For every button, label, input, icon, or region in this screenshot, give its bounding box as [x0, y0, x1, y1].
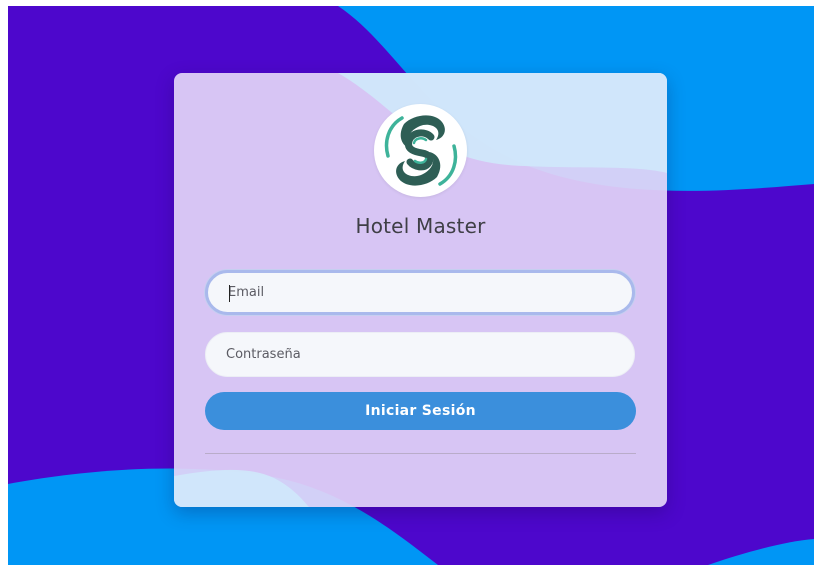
- hotel-logo: [374, 104, 467, 197]
- password-field[interactable]: [205, 332, 635, 377]
- swirl-s-logo-icon: [384, 115, 458, 186]
- bottom-right-wave: [708, 539, 814, 565]
- login-card: Hotel Master Iniciar Sesión: [174, 73, 667, 507]
- app-title: Hotel Master: [355, 214, 486, 238]
- email-field[interactable]: [205, 270, 635, 315]
- login-button[interactable]: Iniciar Sesión: [205, 392, 636, 430]
- page-background: Hotel Master Iniciar Sesión: [8, 6, 814, 565]
- text-caret: [229, 285, 230, 302]
- divider: [205, 453, 636, 454]
- password-input[interactable]: [206, 333, 634, 376]
- email-input[interactable]: [208, 273, 632, 312]
